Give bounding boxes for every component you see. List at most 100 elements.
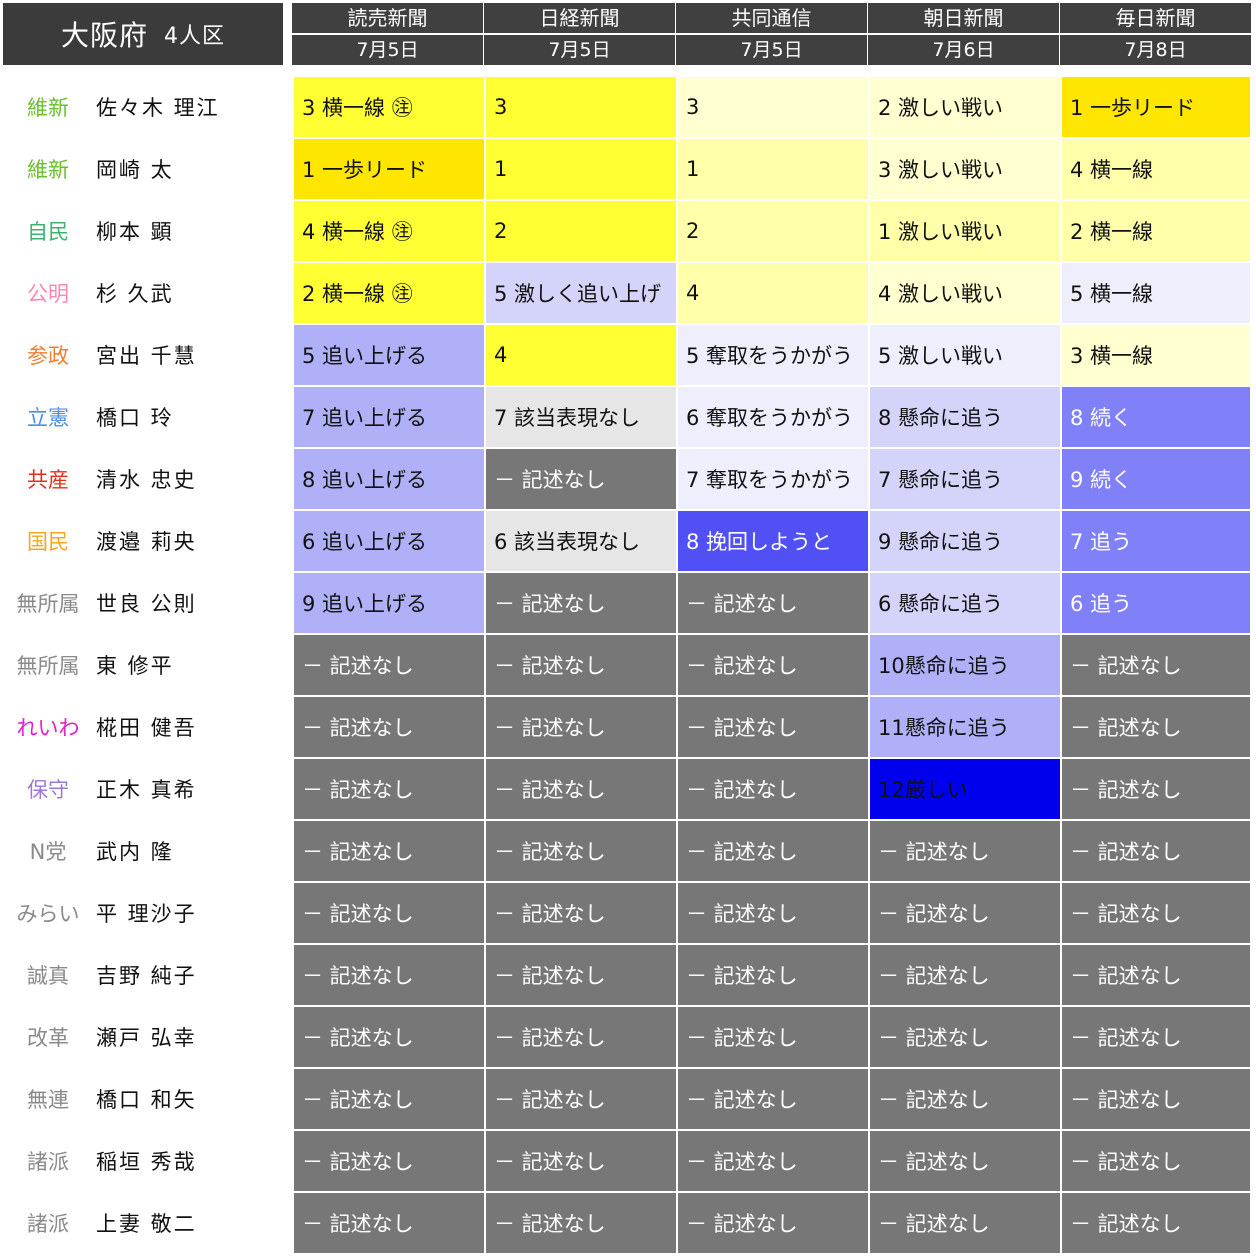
forecast-cell: － 記述なし	[870, 821, 1060, 881]
forecast-cell: 11懸命に追う	[870, 697, 1060, 757]
forecast-cell: － 記述なし	[870, 1007, 1060, 1067]
candidate-name: 吉野 純子	[96, 964, 197, 988]
forecast-cell: 9 続く	[1062, 449, 1250, 509]
candidate-name: 橋口 和矢	[96, 1088, 197, 1112]
forecast-cell: 6 追う	[1062, 573, 1250, 633]
column-header-2: 日経新聞 7月5日	[484, 3, 675, 65]
forecast-cell: 10懸命に追う	[870, 635, 1060, 695]
party-name: 誠真	[27, 964, 69, 988]
forecast-cell: － 記述なし	[486, 821, 676, 881]
forecast-cell: － 記述なし	[870, 1193, 1060, 1253]
candidate-name: 椛田 健吾	[96, 716, 197, 740]
forecast-cell: 5 奪取をうかがう	[678, 325, 868, 385]
forecast-cell: － 記述なし	[678, 1069, 868, 1129]
candidate-name: 武内 隆	[96, 840, 174, 864]
candidate-name: 稲垣 秀哉	[96, 1150, 197, 1174]
candidate-row-label: 無連 橋口 和矢	[0, 1069, 290, 1129]
forecast-cell: － 記述なし	[1062, 821, 1250, 881]
candidate-row-label: 維新 岡崎 太	[0, 139, 290, 199]
candidate-name: 上妻 敬二	[96, 1212, 197, 1236]
party-name: 諸派	[27, 1150, 69, 1174]
forecast-cell: 1 一歩リード	[1062, 77, 1250, 137]
forecast-cell: － 記述なし	[486, 945, 676, 1005]
forecast-cell: － 記述なし	[294, 821, 484, 881]
forecast-cell: － 記述なし	[1062, 1007, 1250, 1067]
forecast-cell: － 記述なし	[678, 945, 868, 1005]
candidate-row-label: 無所属 世良 公則	[0, 573, 290, 633]
candidate-row-label: 改革 瀬戸 弘幸	[0, 1007, 290, 1067]
forecast-cell: 1 激しい戦い	[870, 201, 1060, 261]
candidate-row-label: れいわ 椛田 健吾	[0, 697, 290, 757]
party-name: 公明	[27, 282, 69, 306]
candidate-name: 佐々木 理江	[96, 96, 220, 120]
forecast-cell: 3	[678, 77, 868, 137]
forecast-cell: － 記述なし	[870, 945, 1060, 1005]
forecast-cell: 8 懸命に追う	[870, 387, 1060, 447]
candidate-row-label: N党 武内 隆	[0, 821, 290, 881]
candidate-row-label: 維新 佐々木 理江	[0, 77, 290, 137]
forecast-cell: － 記述なし	[486, 1069, 676, 1129]
survey-date: 7月5日	[548, 39, 611, 61]
forecast-cell: 7 該当表現なし	[486, 387, 676, 447]
party-name: 無連	[27, 1088, 69, 1112]
candidate-name: 東 修平	[96, 654, 174, 678]
newspaper-name: 朝日新聞	[868, 3, 1059, 35]
forecast-cell: 7 懸命に追う	[870, 449, 1060, 509]
candidate-row-label: 共産 清水 忠史	[0, 449, 290, 509]
forecast-cell: － 記述なし	[678, 635, 868, 695]
forecast-cell: － 記述なし	[1062, 759, 1250, 819]
forecast-cell: 7 追う	[1062, 511, 1250, 571]
forecast-cell: － 記述なし	[678, 573, 868, 633]
forecast-cell: － 記述なし	[678, 1007, 868, 1067]
candidate-row-label: 無所属東 修平	[0, 635, 290, 695]
forecast-cell: 2 横一線 ㊟	[294, 263, 484, 323]
forecast-cell: 8 挽回しようと	[678, 511, 868, 571]
forecast-cell: － 記述なし	[294, 1007, 484, 1067]
candidate-row-label: 保守 正木 真希	[0, 759, 290, 819]
column-header-1: 読売新聞 7月5日	[292, 3, 483, 65]
forecast-cell: 3 激しい戦い	[870, 139, 1060, 199]
party-name: 参政	[27, 344, 69, 368]
column-header-3: 共同通信 7月5日	[676, 3, 867, 65]
candidate-name: 清水 忠史	[96, 468, 197, 492]
forecast-cell: 3	[486, 77, 676, 137]
forecast-cell: － 記述なし	[486, 883, 676, 943]
candidate-name: 柳本 顕	[96, 220, 174, 244]
candidate-row-label: 国民 渡邉 莉央	[0, 511, 290, 571]
party-name: みらい	[16, 902, 80, 926]
forecast-cell: 7 奪取をうかがう	[678, 449, 868, 509]
candidate-row-label: 諸派 稲垣 秀哉	[0, 1131, 290, 1191]
forecast-cell: － 記述なし	[678, 1131, 868, 1191]
newspaper-name: 読売新聞	[292, 3, 483, 35]
forecast-cell: 1	[678, 139, 868, 199]
candidate-name: 正木 真希	[96, 778, 197, 802]
forecast-cell: － 記述なし	[486, 1007, 676, 1067]
forecast-cell: 2	[678, 201, 868, 261]
forecast-cell: 9 追い上げる	[294, 573, 484, 633]
forecast-cell: － 記述なし	[870, 1131, 1060, 1191]
candidate-row-label: 参政 宮出 千慧	[0, 325, 290, 385]
candidate-name: 世良 公則	[96, 592, 197, 616]
forecast-cell: 1	[486, 139, 676, 199]
forecast-cell: 8 追い上げる	[294, 449, 484, 509]
forecast-cell: － 記述なし	[1062, 697, 1250, 757]
forecast-cell: － 記述なし	[1062, 945, 1250, 1005]
party-name: れいわ	[16, 716, 80, 740]
forecast-cell: 4 横一線	[1062, 139, 1250, 199]
party-name: 立憲	[27, 406, 69, 430]
forecast-cell: 2 横一線	[1062, 201, 1250, 261]
table-title: 大阪府 4人区	[3, 3, 283, 65]
newspaper-name: 共同通信	[676, 3, 867, 35]
forecast-cell: － 記述なし	[486, 635, 676, 695]
candidate-row-label: 誠真 吉野 純子	[0, 945, 290, 1005]
forecast-cell: 6 該当表現なし	[486, 511, 676, 571]
party-name: 保守	[27, 778, 69, 802]
party-name: 国民	[27, 530, 69, 554]
column-header-5: 毎日新聞 7月8日	[1060, 3, 1251, 65]
forecast-cell: 7 追い上げる	[294, 387, 484, 447]
forecast-cell: － 記述なし	[294, 1131, 484, 1191]
survey-date: 7月6日	[932, 39, 995, 61]
party-name: 改革	[27, 1026, 69, 1050]
forecast-cell: － 記述なし	[294, 635, 484, 695]
forecast-cell: － 記述なし	[870, 883, 1060, 943]
